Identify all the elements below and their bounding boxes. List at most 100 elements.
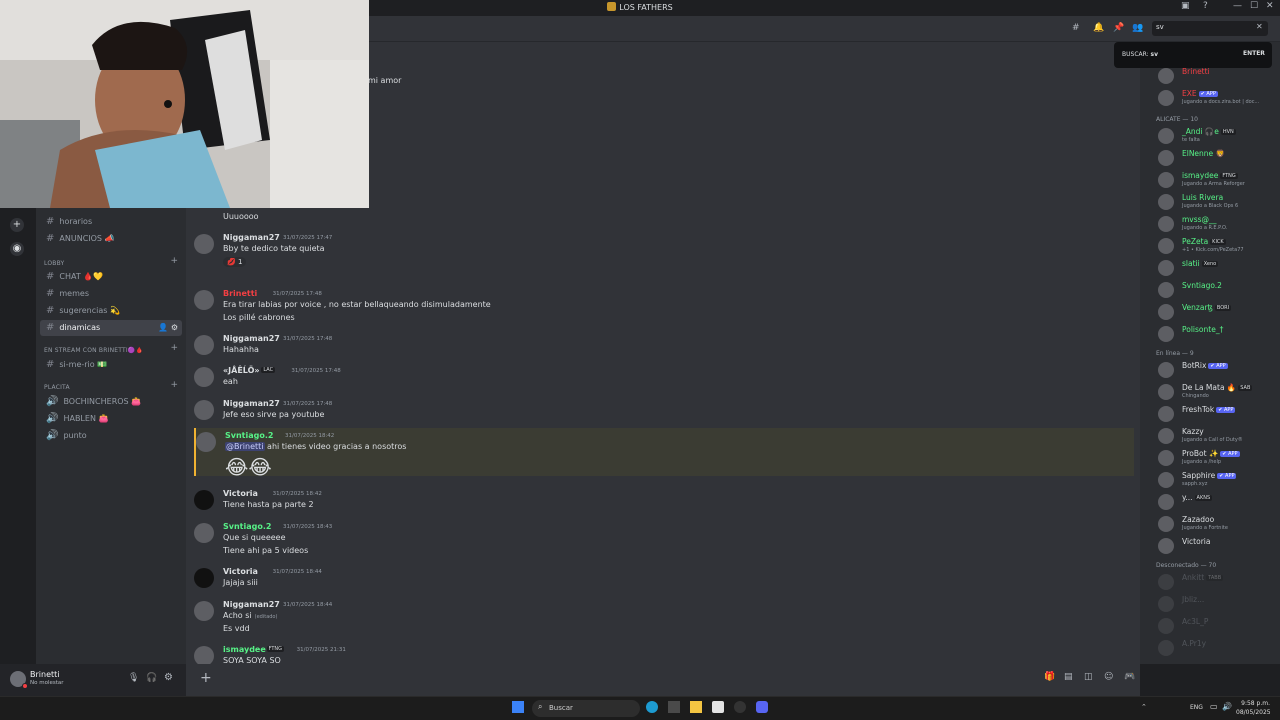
windows-start-icon[interactable] <box>512 701 524 713</box>
enter-hint[interactable]: ENTER <box>1243 50 1265 57</box>
member-item[interactable]: PeZeta KICK +1 • Kick.com/PeZeta77 <box>1158 236 1278 256</box>
close-button[interactable]: ✕ <box>1266 1 1274 11</box>
emoji-icon[interactable]: ☺ <box>1104 672 1113 682</box>
add-channel-icon[interactable]: + <box>170 256 178 266</box>
message-author[interactable]: «JÅÊĹÖ» <box>223 366 260 375</box>
avatar[interactable] <box>194 568 214 588</box>
message-author[interactable]: Brinetti <box>223 289 257 298</box>
gear-icon[interactable]: ⚙ <box>171 320 178 336</box>
member-item[interactable]: Zazadoo Jugando a Fortnite <box>1158 514 1278 534</box>
channel-item[interactable]: # sugerencias 💫 <box>40 303 182 319</box>
maximize-button[interactable]: ☐ <box>1250 1 1258 11</box>
message-author[interactable]: Niggaman27 <box>223 399 280 408</box>
edge-icon[interactable] <box>646 701 658 713</box>
obs-icon[interactable] <box>734 701 746 713</box>
member-item[interactable]: BotRix ✔ APP <box>1158 360 1278 380</box>
message-author[interactable]: ismaydee <box>223 645 266 654</box>
avatar[interactable] <box>196 432 216 452</box>
channel-item[interactable]: 🔊 HABLEN 👛 <box>40 411 182 427</box>
member-item[interactable]: ProBot ✨ ✔ APP Jugando a /help <box>1158 448 1278 468</box>
add-server-icon[interactable]: + <box>10 218 24 232</box>
discord-icon[interactable] <box>756 701 768 713</box>
member-item[interactable]: ismaydee FTNG Jugando a Arma Reforger <box>1158 170 1278 190</box>
pin-icon[interactable]: 📌 <box>1113 23 1124 33</box>
mic-icon[interactable]: 🎙 <box>128 673 139 683</box>
member-item[interactable]: Svntiago.2 <box>1158 280 1278 300</box>
help-icon[interactable]: ? <box>1203 1 1208 11</box>
message-author[interactable]: Svntiago.2 <box>225 431 273 440</box>
threads-icon[interactable]: # <box>1072 23 1080 33</box>
minimize-button[interactable]: — <box>1233 1 1242 11</box>
member-item[interactable]: Ankitt TABB <box>1158 572 1278 592</box>
message-author[interactable]: Victoria <box>223 489 258 498</box>
channel-item[interactable]: # ANUNCIOS 📣 <box>40 231 182 247</box>
member-item[interactable]: Ac3L_P <box>1158 616 1278 636</box>
sticker-icon[interactable]: ◫ <box>1084 672 1093 682</box>
member-item[interactable]: slatii Xeno <box>1158 258 1278 278</box>
tray-chevron-icon[interactable]: ⌃ <box>1141 703 1147 711</box>
add-channel-icon[interactable]: + <box>170 343 178 353</box>
message-author[interactable]: Niggaman27 <box>223 600 280 609</box>
channel-item[interactable]: 🔊 punto <box>40 428 182 444</box>
member-item[interactable]: FreshTok ✔ APP <box>1158 404 1278 424</box>
discover-icon[interactable]: ◉ <box>10 242 24 256</box>
invite-icon[interactable]: 👤 <box>158 320 168 336</box>
member-item[interactable]: EXE ✔ APP Jugando a docs.zira.bot | doc... <box>1158 88 1278 108</box>
category-stream[interactable]: EN STREAM CON BRINETTI🟣🩸 <box>44 347 143 354</box>
avatar[interactable] <box>194 234 214 254</box>
bell-icon[interactable]: 🔔 <box>1093 23 1104 33</box>
clear-search-icon[interactable]: ✕ <box>1256 22 1263 31</box>
member-item[interactable]: De La Mata 🔥 SAB Chingando <box>1158 382 1278 402</box>
headphones-icon[interactable]: 🎧 <box>146 673 157 683</box>
member-item[interactable]: Luis Rivera Jugando a Black Ops 6 <box>1158 192 1278 212</box>
search-popup[interactable]: BUSCAR: sv ENTER <box>1114 42 1272 68</box>
avatar[interactable] <box>194 290 214 310</box>
member-item[interactable]: Venzarꜩ BORI <box>1158 302 1278 322</box>
member-item[interactable]: mvss@__ Jugando a R.E.P.O. <box>1158 214 1278 234</box>
taskbar-search[interactable]: ⌕ Buscar <box>532 700 640 717</box>
message-author[interactable]: Svntiago.2 <box>223 522 271 531</box>
member-item[interactable]: Sapphire ✔ APP sapph.xyz <box>1158 470 1278 490</box>
member-item[interactable]: _Andi 🎧e HVN te falta <box>1158 126 1278 146</box>
avatar[interactable] <box>194 367 214 387</box>
category-lobby[interactable]: LOBBY <box>44 260 64 267</box>
avatar[interactable] <box>194 335 214 355</box>
avatar[interactable] <box>194 601 214 621</box>
message-author[interactable]: Niggaman27 <box>223 233 280 242</box>
explorer-icon[interactable] <box>690 701 702 713</box>
member-item[interactable]: Brinetti <box>1158 66 1278 86</box>
settings-icon[interactable]: ⚙ <box>164 672 173 683</box>
message-input[interactable] <box>222 668 1042 690</box>
language-indicator[interactable]: ENG <box>1190 704 1203 711</box>
volume-icon[interactable]: 🔊 <box>1222 702 1232 711</box>
network-icon[interactable]: ▭ <box>1210 702 1218 711</box>
gift-icon[interactable]: 🎁 <box>1044 672 1055 682</box>
channel-item[interactable]: # dinamicas 👤 ⚙ <box>40 320 182 336</box>
search-input[interactable]: sv ✕ <box>1152 21 1268 36</box>
channel-item[interactable]: # si-me-rio 💵 <box>40 357 182 373</box>
reaction[interactable]: 💋 1 <box>223 257 247 267</box>
inbox-icon[interactable]: ▣ <box>1181 1 1190 11</box>
member-item[interactable]: y... AKNS <box>1158 492 1278 512</box>
member-item[interactable]: Jbliz... <box>1158 594 1278 614</box>
user-mention[interactable]: @Brinetti <box>225 442 265 451</box>
capcut-icon[interactable] <box>712 701 724 713</box>
member-item[interactable]: A.Pr1y <box>1158 638 1278 658</box>
message-author[interactable]: Victoria <box>223 567 258 576</box>
channel-item[interactable]: # horarios <box>40 214 182 230</box>
add-channel-icon[interactable]: + <box>170 380 178 390</box>
activities-icon[interactable]: 🎮 <box>1124 672 1135 682</box>
message-author[interactable]: Niggaman27 <box>223 334 280 343</box>
store-icon[interactable] <box>668 701 680 713</box>
avatar[interactable] <box>194 646 214 666</box>
member-item[interactable]: ElNenne 🦁 <box>1158 148 1278 168</box>
avatar[interactable] <box>194 400 214 420</box>
clock-date[interactable]: 08/05/2025 <box>1236 709 1271 716</box>
add-attachment-icon[interactable]: + <box>200 670 212 686</box>
members-icon[interactable]: 👥 <box>1132 23 1143 33</box>
member-item[interactable]: Kazzy Jugando a Call of Duty® <box>1158 426 1278 446</box>
clock-time[interactable]: 9:58 p.m. <box>1236 700 1270 707</box>
channel-item[interactable]: 🔊 BOCHINCHEROS 👛 <box>40 394 182 410</box>
member-item[interactable]: Polisonte_† <box>1158 324 1278 344</box>
category-placita[interactable]: PLACITA <box>44 384 70 391</box>
